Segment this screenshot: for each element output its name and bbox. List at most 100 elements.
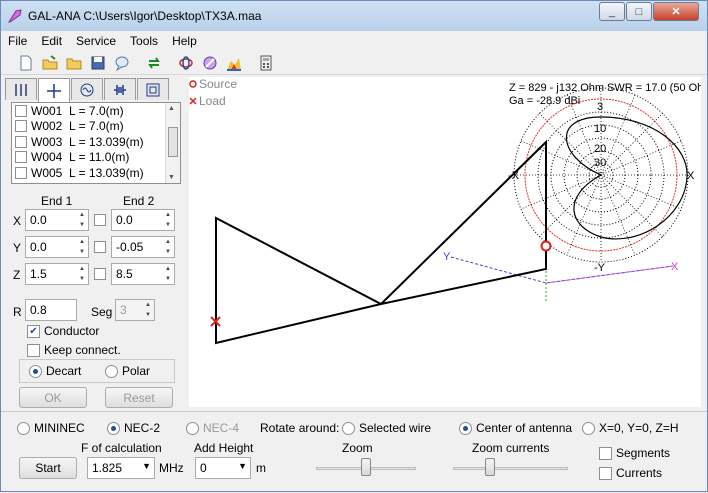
wire-checkbox[interactable] [15, 151, 27, 164]
open-folder-icon[interactable] [63, 52, 85, 74]
lines-tab-icon[interactable] [104, 78, 136, 100]
z-lock-checkbox[interactable] [94, 268, 106, 280]
conductor-option[interactable]: ✔ Conductor [27, 324, 99, 338]
rotate-origin-radio[interactable] [582, 421, 595, 435]
new-icon[interactable] [15, 52, 37, 74]
sources-tab-icon[interactable] [38, 78, 70, 102]
keep-connect-option[interactable]: Keep connect. [27, 343, 121, 357]
seg-field[interactable]: 3 ▲ ▼ [115, 299, 155, 321]
zoom-currents-slider[interactable] [453, 457, 568, 479]
freq-dropdown-icon[interactable]: ▼ [142, 461, 151, 471]
wire-list[interactable]: W001 L = 7.0(m) W002 L = 7.0(m) W003 L =… [11, 102, 181, 184]
end1-label: End 1 [41, 194, 73, 208]
decart-option[interactable]: Decart [29, 364, 81, 378]
toolbar [1, 51, 707, 75]
rotate-label: Rotate around: [260, 421, 340, 435]
currents-option[interactable]: Currents [599, 466, 662, 480]
menu-edit[interactable]: Edit [34, 34, 69, 48]
x-label: X [13, 214, 22, 228]
title-bar: GAL-ANA C:\Users\Igor\Desktop\TX3A.maa _… [1, 1, 707, 31]
y-lock-checkbox[interactable] [94, 241, 106, 253]
nec4-radio[interactable] [186, 421, 199, 435]
list-item[interactable]: W004 L = 11.0(m) [12, 150, 180, 166]
height-dropdown-icon[interactable]: ▼ [238, 461, 247, 471]
wire-checkbox[interactable] [15, 166, 27, 179]
elements-tab-icon[interactable] [137, 78, 169, 100]
list-item[interactable]: W003 L = 13.039(m) [12, 134, 180, 150]
polar-neg-y-label: -Y [594, 262, 606, 274]
y2-field[interactable]: -0.05 ▲ ▼ [111, 236, 175, 258]
menu-file[interactable]: File [1, 34, 34, 48]
rotate-center-radio[interactable] [459, 421, 472, 435]
swr-readout: SWR = 17.0 (50 Ohm) [607, 82, 701, 94]
z1-field[interactable]: 1.5 ▲ ▼ [25, 263, 89, 285]
start-button[interactable]: Start [19, 457, 77, 479]
mininec-radio[interactable] [17, 421, 30, 435]
rotate-selected-radio[interactable] [342, 421, 355, 435]
ring-label-20: 20 [594, 143, 606, 155]
wire-list-scrollbar[interactable]: ▲ ▼ [165, 103, 180, 183]
open-icon[interactable] [39, 52, 61, 74]
load-legend-label: Load [199, 94, 226, 108]
rotate-icon[interactable] [143, 52, 165, 74]
comment-icon[interactable] [111, 52, 133, 74]
segments-option[interactable]: Segments [599, 446, 670, 460]
x-axis-label: X [671, 261, 679, 273]
wire-checkbox[interactable] [15, 120, 27, 133]
y1-field[interactable]: 0.0 ▲ ▼ [25, 236, 89, 258]
radiation-pattern: 3 10 20 30 X -X -Y [508, 87, 695, 274]
rotate-selected-option[interactable]: Selected wire [342, 421, 431, 435]
nec2-radio[interactable] [107, 421, 120, 435]
antenna-canvas[interactable]: Source Load Z = 829 - j132 Ohm SWR = 17.… [189, 77, 708, 407]
maximize-button[interactable]: □ [626, 2, 652, 21]
antenna-wires[interactable] [215, 139, 547, 345]
close-button[interactable]: ✕ [653, 2, 699, 21]
pen-icon[interactable] [199, 52, 221, 74]
source-marker[interactable] [540, 240, 552, 252]
freq-label: F of calculation [81, 441, 162, 455]
x-lock-checkbox[interactable] [94, 214, 106, 226]
nec2-option[interactable]: NEC-2 [107, 421, 160, 435]
x1-field[interactable]: 0.0 ▲ ▼ [25, 209, 89, 231]
segments-checkbox[interactable] [599, 446, 612, 460]
polar-option[interactable]: Polar [105, 364, 150, 378]
keep-connect-checkbox[interactable] [27, 343, 40, 357]
reset-button[interactable]: Reset [105, 387, 173, 408]
radius-field[interactable]: 0.8 [25, 299, 77, 321]
menu-tools[interactable]: Tools [123, 34, 165, 48]
color-map-icon[interactable] [223, 52, 245, 74]
rotate-origin-option[interactable]: X=0, Y=0, Z=H [582, 421, 679, 435]
source-legend-label: Source [199, 77, 237, 91]
loads-tab-icon[interactable] [71, 78, 103, 100]
menu-help[interactable]: Help [165, 34, 204, 48]
currents-checkbox[interactable] [599, 466, 612, 480]
minimize-button[interactable]: _ [599, 2, 625, 21]
calculator-icon[interactable] [255, 52, 277, 74]
ok-button[interactable]: OK [19, 387, 87, 408]
source-legend-icon [189, 80, 197, 88]
x2-field[interactable]: 0.0 ▲ ▼ [111, 209, 175, 231]
polar-radio[interactable] [105, 364, 118, 378]
z2-field[interactable]: 8.5 ▲ ▼ [111, 263, 175, 285]
save-icon[interactable] [87, 52, 109, 74]
height-field[interactable]: 0 ▼ [195, 457, 251, 479]
list-item[interactable]: W001 L = 7.0(m) [12, 103, 180, 119]
conductor-checkbox[interactable]: ✔ [27, 324, 40, 338]
wires-tab-icon[interactable] [5, 78, 37, 100]
nec4-option[interactable]: NEC-4 [186, 421, 239, 435]
list-item[interactable]: W005 L = 13.039(m) [12, 165, 180, 181]
decart-radio[interactable] [29, 364, 42, 378]
rotate-center-option[interactable]: Center of antenna [459, 421, 572, 435]
mininec-option[interactable]: MININEC [17, 421, 85, 435]
freq-field[interactable]: 1.825 ▼ [87, 457, 155, 479]
load-legend-icon [189, 97, 197, 105]
menu-service[interactable]: Service [69, 34, 123, 48]
zoom-currents-slider-thumb[interactable] [484, 458, 495, 476]
z-label: Z [13, 268, 21, 282]
list-item[interactable]: W002 L = 7.0(m) [12, 119, 180, 135]
wire-checkbox[interactable] [15, 135, 27, 148]
pattern-icon[interactable] [175, 52, 197, 74]
zoom-slider-thumb[interactable] [361, 458, 371, 476]
zoom-slider[interactable] [316, 457, 416, 479]
wire-checkbox[interactable] [15, 104, 27, 117]
